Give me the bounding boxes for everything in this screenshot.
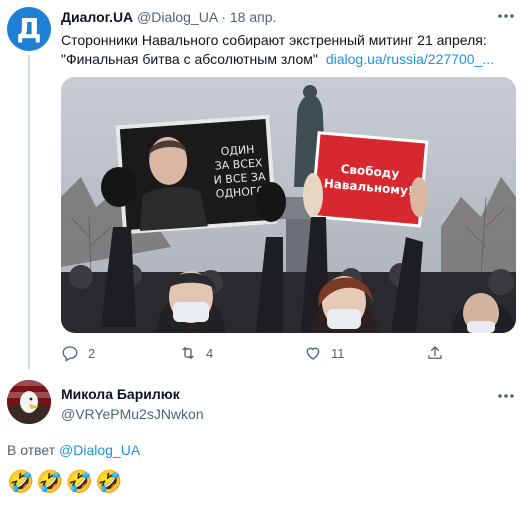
reply-count: 2	[88, 345, 96, 361]
reply-to-link[interactable]: @Dialog_UA	[59, 442, 140, 458]
retweet-icon	[182, 346, 194, 360]
reply-tweet[interactable]: Микола Барилюк @VRYePMu2sJNwkon В ответ …	[0, 372, 529, 506]
retweet-button[interactable]: 4	[179, 344, 213, 362]
avatar-letter: Д	[16, 12, 42, 45]
more-icon[interactable]	[497, 6, 515, 23]
more-icon[interactable]	[497, 386, 515, 403]
svg-text:ОДИН: ОДИН	[220, 143, 255, 158]
tweet-actions: 2 4 11	[61, 344, 451, 364]
retweet-count: 4	[206, 345, 214, 361]
reply-icon	[62, 346, 78, 362]
like-button[interactable]: 11	[304, 344, 345, 362]
tweet-date[interactable]: 18 апр.	[230, 9, 277, 25]
share-icon	[428, 346, 442, 359]
share-button[interactable]	[426, 344, 444, 362]
author-handle[interactable]: @Dialog_UA	[137, 9, 217, 25]
avatar[interactable]: Д	[7, 7, 51, 51]
tweet-link[interactable]: dialog.ua/russia/227700_...	[326, 51, 494, 67]
tweet-text: Сторонники Навального собирают экстренны…	[61, 31, 519, 69]
reply-button[interactable]: 2	[61, 344, 95, 362]
protest-photo: ОДИН ЗА ВСЕХ И ВСЕ ЗА ОДНОГО Свободу Нав…	[61, 77, 516, 333]
author-handle[interactable]: @VRYePMu2sJNwkon	[61, 406, 204, 422]
avatar[interactable]	[7, 380, 51, 424]
tweet-header: Диалог.UA @Dialog_UA · 18 апр.	[61, 9, 276, 25]
like-count: 11	[331, 345, 345, 361]
tweet[interactable]: Д Диалог.UA @Dialog_UA · 18 апр. Сторонн…	[0, 0, 529, 372]
author-name[interactable]: Диалог.UA	[61, 9, 133, 25]
reply-text: 🤣🤣🤣🤣	[7, 470, 125, 495]
thread-line	[28, 55, 30, 369]
tweet-image[interactable]: ОДИН ЗА ВСЕХ И ВСЕ ЗА ОДНОГО Свободу Нав…	[61, 77, 516, 333]
separator: ·	[221, 9, 226, 25]
reply-prefix: В ответ	[7, 442, 56, 458]
author-name[interactable]: Микола Барилюк	[61, 386, 180, 402]
reply-context: В ответ @Dialog_UA	[7, 442, 140, 458]
like-icon	[306, 347, 320, 360]
eagle-avatar-image	[7, 380, 51, 424]
